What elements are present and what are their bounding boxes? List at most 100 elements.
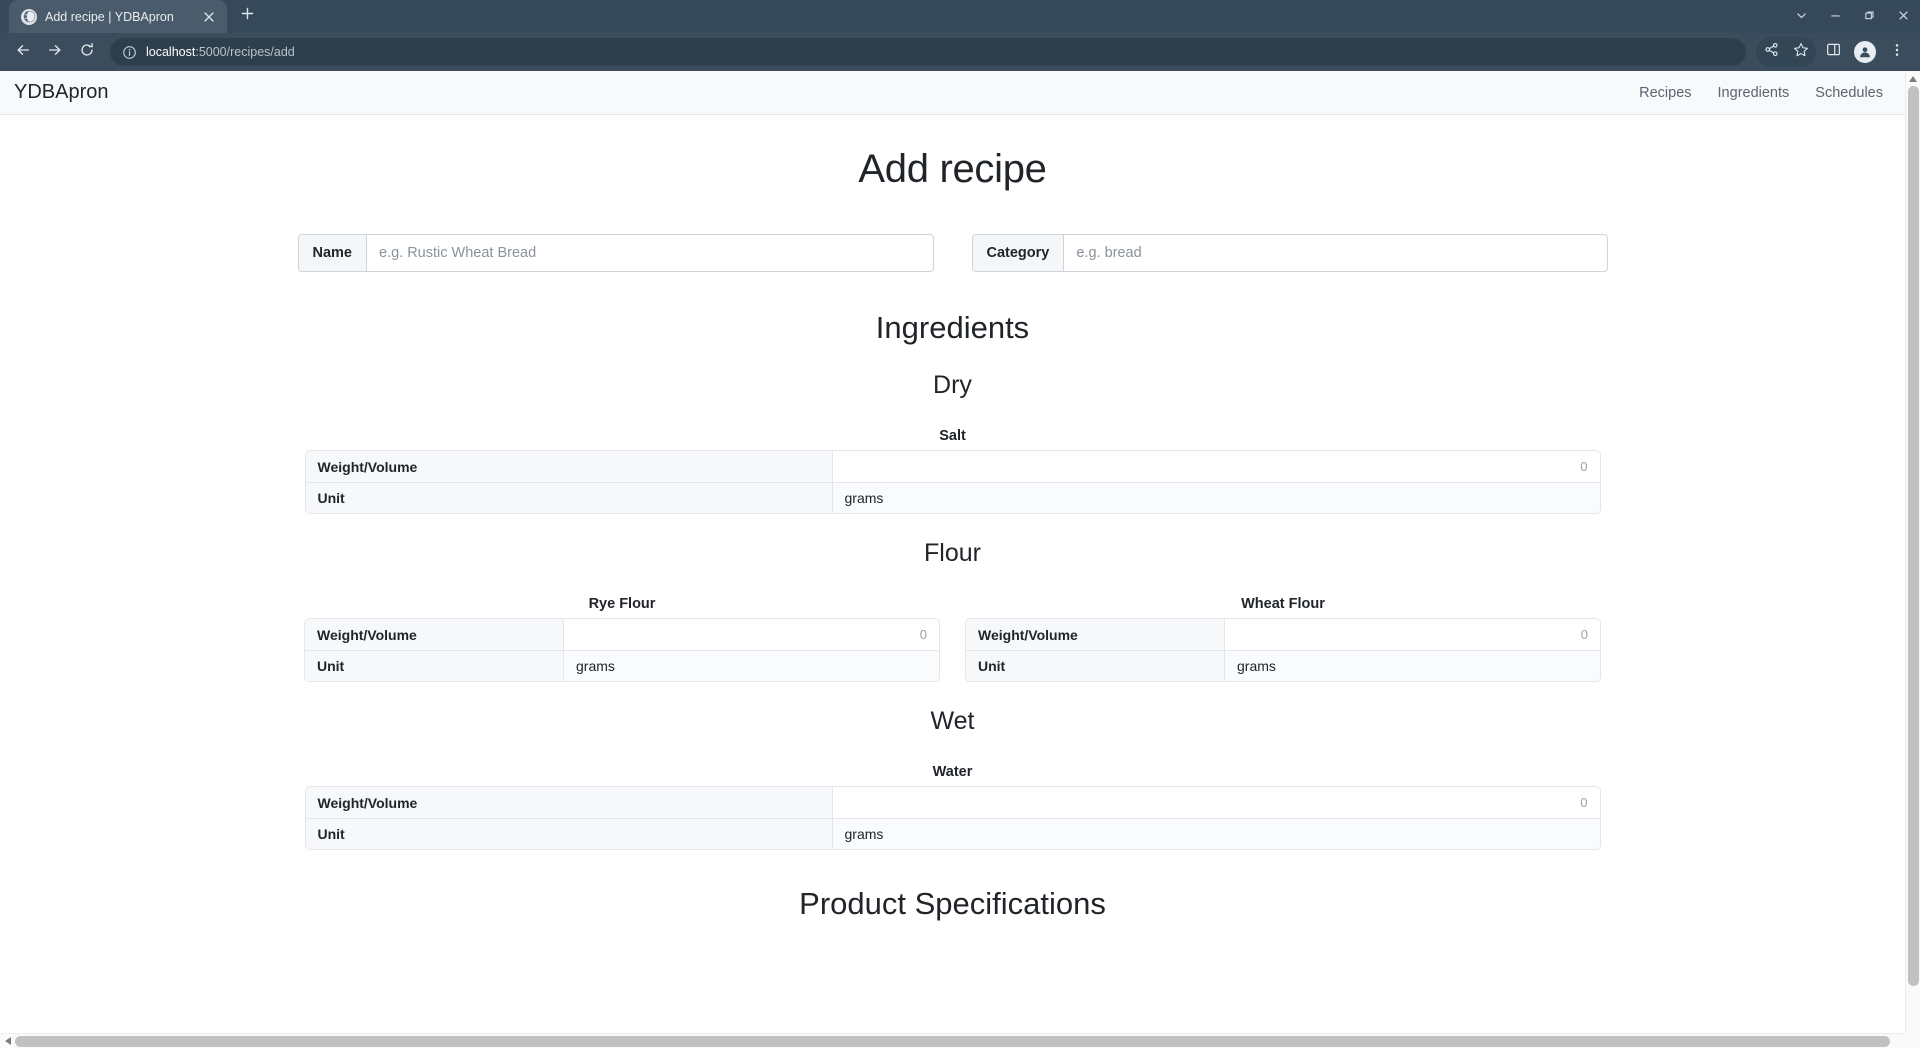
side-panel-icon bbox=[1826, 42, 1841, 62]
row-value-amount bbox=[833, 787, 1600, 818]
amount-input-salt[interactable] bbox=[844, 459, 1588, 474]
category-input[interactable] bbox=[1064, 235, 1607, 271]
address-bar[interactable]: localhost:5000/recipes/add bbox=[110, 38, 1746, 66]
row-label-unit: Unit bbox=[305, 651, 564, 681]
unit-input-salt[interactable] bbox=[844, 490, 1588, 506]
unit-input-wheat-flour[interactable] bbox=[1237, 658, 1588, 674]
nav-link-schedules[interactable]: Schedules bbox=[1815, 85, 1883, 101]
globe-icon bbox=[21, 8, 37, 25]
scroll-up-arrow-icon[interactable] bbox=[1906, 71, 1920, 86]
info-circle-icon[interactable] bbox=[122, 45, 137, 60]
plus-icon bbox=[241, 7, 254, 25]
category-field-group: Category bbox=[971, 234, 1608, 272]
row-label-weight-volume: Weight/Volume bbox=[305, 787, 833, 818]
ingredient-table-wheat-flour: Weight/Volume Unit bbox=[965, 618, 1601, 682]
close-icon[interactable] bbox=[200, 8, 218, 26]
url-host: localhost bbox=[146, 45, 196, 59]
browser-window: Add recipe | YDBApron localhost:5000/rec… bbox=[0, 0, 1920, 1048]
vertical-scrollbar-thumb[interactable] bbox=[1908, 86, 1919, 986]
ingredient-name-water: Water bbox=[932, 764, 973, 780]
table-row: Unit bbox=[305, 818, 1600, 849]
recipe-meta-row: Name Category bbox=[0, 234, 1905, 272]
maximize-button[interactable] bbox=[1852, 0, 1886, 33]
row-label-weight-volume: Weight/Volume bbox=[305, 451, 833, 482]
ingredient-table-rye-flour: Weight/Volume Unit bbox=[304, 618, 940, 682]
window-controls bbox=[1784, 0, 1920, 33]
product-specifications-heading: Product Specifications bbox=[799, 886, 1106, 921]
horizontal-scrollbar[interactable] bbox=[0, 1033, 1920, 1048]
share-bookmark-group bbox=[1756, 37, 1816, 67]
site-brand[interactable]: YDBApron bbox=[14, 81, 109, 104]
navbar-links: Recipes Ingredients Schedules bbox=[1639, 85, 1891, 101]
amount-input-water[interactable] bbox=[844, 795, 1588, 810]
name-field-label: Name bbox=[298, 235, 367, 271]
reload-icon bbox=[79, 42, 95, 63]
row-label-unit: Unit bbox=[305, 483, 833, 513]
nav-link-recipes[interactable]: Recipes bbox=[1639, 85, 1691, 101]
page-title: Add recipe bbox=[858, 147, 1047, 191]
ingredients-heading: Ingredients bbox=[875, 310, 1030, 345]
share-button[interactable] bbox=[1756, 37, 1786, 67]
browser-viewport: YDBApron Recipes Ingredients Schedules A… bbox=[0, 71, 1920, 1048]
ingredient-table-salt: Weight/Volume Unit bbox=[304, 450, 1601, 514]
minimize-icon bbox=[1830, 8, 1841, 26]
new-tab-button[interactable] bbox=[233, 2, 261, 30]
category-field-label: Category bbox=[972, 235, 1065, 271]
nav-link-ingredients[interactable]: Ingredients bbox=[1718, 85, 1790, 101]
row-label-unit: Unit bbox=[305, 819, 833, 849]
reload-button[interactable] bbox=[72, 37, 102, 67]
star-icon bbox=[1793, 42, 1809, 63]
table-row: Unit bbox=[305, 482, 1600, 513]
back-button[interactable] bbox=[8, 37, 38, 67]
ingredient-table-water: Weight/Volume Unit bbox=[304, 786, 1601, 850]
bookmark-button[interactable] bbox=[1786, 37, 1816, 67]
ingredient-name-salt: Salt bbox=[939, 428, 966, 444]
profile-avatar-icon bbox=[1854, 41, 1876, 63]
tab-title: Add recipe | YDBApron bbox=[45, 9, 174, 24]
row-label-weight-volume: Weight/Volume bbox=[966, 619, 1225, 650]
close-icon bbox=[1898, 8, 1909, 26]
horizontal-scrollbar-thumb[interactable] bbox=[15, 1036, 1890, 1047]
row-value-amount bbox=[833, 451, 1600, 482]
url-path: :5000/recipes/add bbox=[195, 45, 295, 59]
ingredient-table-wrap-water: Weight/Volume Unit bbox=[0, 786, 1905, 850]
ingredient-name-rye-flour: Rye Flour bbox=[588, 596, 656, 612]
forward-button[interactable] bbox=[40, 37, 70, 67]
row-value-unit bbox=[833, 483, 1600, 513]
flour-tables-row: Weight/Volume Unit bbox=[0, 618, 1905, 682]
maximize-icon bbox=[1864, 8, 1875, 26]
flour-name-row: Rye Flour Wheat Flour bbox=[0, 568, 1905, 618]
name-field-group: Name bbox=[297, 234, 934, 272]
row-value-unit bbox=[833, 819, 1600, 849]
row-value-unit bbox=[1225, 651, 1600, 681]
tab-search-button[interactable] bbox=[1784, 0, 1818, 33]
table-row: Weight/Volume bbox=[305, 787, 1600, 818]
ingredient-table-wrap-salt: Weight/Volume Unit bbox=[0, 450, 1905, 514]
table-row: Weight/Volume bbox=[966, 619, 1600, 650]
amount-input-wheat-flour[interactable] bbox=[1237, 627, 1588, 642]
scrollbar-corner bbox=[1905, 1033, 1920, 1048]
close-window-button[interactable] bbox=[1886, 0, 1920, 33]
vertical-scrollbar[interactable] bbox=[1905, 71, 1920, 1033]
section-heading-wet: Wet bbox=[930, 707, 975, 735]
browser-toolbar: localhost:5000/recipes/add bbox=[0, 33, 1920, 71]
row-value-amount bbox=[1225, 619, 1600, 650]
name-input[interactable] bbox=[367, 235, 933, 271]
unit-input-rye-flour[interactable] bbox=[576, 658, 927, 674]
group-heading-flour: Flour bbox=[924, 539, 981, 567]
amount-input-rye-flour[interactable] bbox=[576, 627, 927, 642]
unit-input-water[interactable] bbox=[844, 826, 1588, 842]
table-row: Unit bbox=[305, 650, 939, 681]
row-value-unit bbox=[564, 651, 939, 681]
minimize-button[interactable] bbox=[1818, 0, 1852, 33]
table-row: Weight/Volume bbox=[305, 451, 1600, 482]
site-navbar: YDBApron Recipes Ingredients Schedules bbox=[0, 71, 1905, 115]
scroll-left-arrow-icon[interactable] bbox=[0, 1034, 15, 1048]
profile-button[interactable] bbox=[1850, 37, 1880, 67]
side-panel-button[interactable] bbox=[1818, 37, 1848, 67]
page-content: Add recipe Name Category Ingredients Dry… bbox=[0, 147, 1905, 922]
browser-tab[interactable]: Add recipe | YDBApron bbox=[9, 0, 227, 33]
browser-menu-button[interactable] bbox=[1882, 37, 1912, 67]
tab-strip: Add recipe | YDBApron bbox=[0, 0, 1920, 33]
forward-arrow-icon bbox=[47, 42, 63, 63]
